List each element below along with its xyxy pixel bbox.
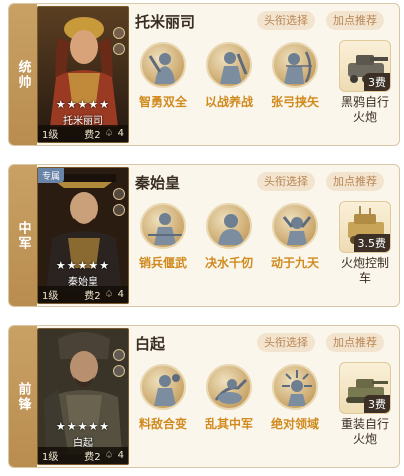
hero-stats-bar: 1级 费2 ♤ 4 [38,447,128,464]
shield-icon [113,188,125,200]
hero-stars: ★★★★★ [55,420,111,433]
troop-icon: ♤ [104,128,114,139]
skill-icon [140,364,186,410]
role-label: 统帅 [15,59,31,90]
hero-name: 托米丽司 [135,13,196,31]
unit-label-line1: 火炮控制 [340,256,389,270]
hero-stars: ★★★★★ [55,259,111,272]
title-select-button[interactable]: 头衔选择 [257,11,315,30]
skill-label: 料敌合变 [138,417,187,431]
role-strip: 前锋 [9,326,37,467]
troop-icon: ♤ [104,450,114,461]
unit-slot[interactable]: 3费 重装自行 火炮 [337,362,393,447]
unit-cost-badge: 3费 [364,73,390,91]
unit-label: 黑鸦自行 火炮 [337,95,393,125]
hero-stats-bar: 1级 费2 ♤ 4 [38,286,128,303]
skill-slot[interactable]: 智勇双全 [133,42,193,110]
points-recommend-button[interactable]: 加点推荐 [326,11,384,30]
skill-label: 绝对领域 [270,417,319,431]
hero-name: 白起 [135,335,166,353]
hero-stars: ★★★★★ [55,98,111,111]
unit-label-line1: 重装自行 [340,417,389,431]
points-recommend-button[interactable]: 加点推荐 [326,333,384,352]
hero-card: 统帅 ★★★★★ 托米丽司 1级 费2 ♤ 4 托米丽司 头衔选择 加点推荐 智… [8,3,400,146]
role-strip: 统帅 [9,4,37,145]
hero-troop-count: 4 [117,128,124,139]
unit-label-line2: 车 [358,271,371,285]
skill-icon [140,203,186,249]
hero-name: 秦始皇 [135,174,181,192]
title-select-button[interactable]: 头衔选择 [257,172,315,191]
unit-label: 火炮控制 车 [337,256,393,286]
role-strip: 中军 [9,165,37,306]
hero-troop-count: 4 [117,289,124,300]
skill-slot[interactable]: 以战养战 [199,42,259,110]
hero-portrait[interactable]: ★★★★★ 白起 1级 费2 ♤ 4 [37,328,129,465]
hero-portrait[interactable]: 专属 ★★★★★ 秦始皇 1级 费2 ♤ 4 [37,167,129,304]
skill-label: 销兵偃武 [138,256,187,270]
exclusive-tag: 专属 [38,168,65,183]
skill-icon [206,42,252,88]
gear-icon [113,365,125,377]
skill-slot[interactable]: 销兵偃武 [133,203,193,271]
hero-cost: 费2 [84,291,101,302]
gear-icon [113,43,125,55]
skill-icon [272,42,318,88]
unit-cost-badge: 3.5费 [353,234,390,252]
unit-tile: 3.5费 [339,201,391,253]
skill-icon [206,364,252,410]
skill-icon [206,203,252,249]
unit-slot[interactable]: 3费 黑鸦自行 火炮 [337,40,393,125]
skill-label: 动于九天 [270,256,319,270]
unit-slot[interactable]: 3.5费 火炮控制 车 [337,201,393,286]
shield-icon [113,349,125,361]
skill-label: 决水千仞 [204,256,253,270]
skill-icon [272,364,318,410]
hero-troop-count: 4 [117,450,124,461]
hero-cost: 费2 [84,452,101,463]
skill-slot[interactable]: 绝对领域 [265,364,325,432]
skill-label: 张弓挟矢 [270,95,319,109]
unit-label: 重装自行 火炮 [337,417,393,447]
skill-slot[interactable]: 料敌合变 [133,364,193,432]
role-label: 中军 [15,220,31,251]
unit-label-line2: 火炮 [352,110,377,124]
unit-label-line1: 黑鸦自行 [340,95,389,109]
hero-portrait[interactable]: ★★★★★ 托米丽司 1级 费2 ♤ 4 [37,6,129,143]
unit-cost-badge: 3费 [364,395,390,413]
skill-slot[interactable]: 动于九天 [265,203,325,271]
shield-icon [113,27,125,39]
hero-card: 前锋 ★★★★★ 白起 1级 费2 ♤ 4 白起 头衔选择 加点推荐 料敌合变 [8,325,400,468]
skill-slot[interactable]: 张弓挟矢 [265,42,325,110]
troop-icon: ♤ [104,289,114,300]
hero-cost: 费2 [84,130,101,141]
skill-icon [140,42,186,88]
skill-label: 以战养战 [204,95,253,109]
gear-icon [113,204,125,216]
points-recommend-button[interactable]: 加点推荐 [326,172,384,191]
hero-stats-bar: 1级 费2 ♤ 4 [38,125,128,142]
skill-icon [272,203,318,249]
hero-card: 中军 专属 ★★★★★ 秦始皇 1级 费2 ♤ 4 秦始皇 头衔选择 加点推荐 … [8,164,400,307]
skill-slot[interactable]: 乱其中军 [199,364,259,432]
unit-tile: 3费 [339,40,391,92]
skill-slot[interactable]: 决水千仞 [199,203,259,271]
title-select-button[interactable]: 头衔选择 [257,333,315,352]
skill-label: 智勇双全 [138,95,187,109]
role-label: 前锋 [15,381,31,412]
skill-label: 乱其中军 [204,417,253,431]
hero-level: 1级 [42,291,59,302]
unit-label-line2: 火炮 [352,432,377,446]
unit-tile: 3费 [339,362,391,414]
hero-level: 1级 [42,130,59,141]
hero-level: 1级 [42,452,59,463]
